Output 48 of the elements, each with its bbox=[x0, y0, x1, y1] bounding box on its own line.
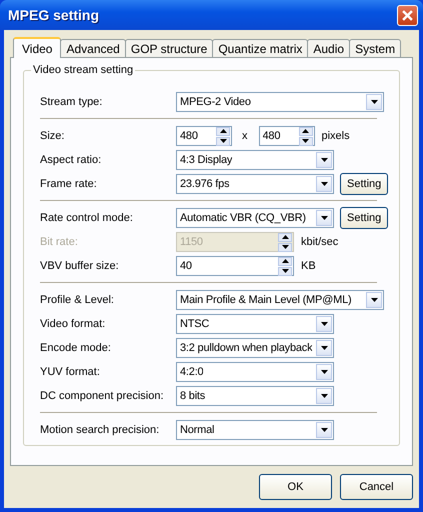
setting-button[interactable]: Setting bbox=[340, 173, 388, 195]
window-title: MPEG setting bbox=[8, 7, 100, 23]
tab[interactable]: Video bbox=[13, 37, 62, 58]
field-label: Rate control mode: bbox=[40, 212, 134, 224]
field-label: DC component precision: bbox=[40, 390, 165, 402]
dropdown[interactable]: Automatic VBR (CQ_VBR) bbox=[176, 208, 334, 228]
dropdown[interactable]: 23.976 fps bbox=[176, 174, 334, 194]
spin-arrows-icon bbox=[278, 232, 292, 252]
group-title: Video stream setting bbox=[31, 63, 136, 78]
spin-field[interactable]: 480 bbox=[176, 126, 232, 146]
field-label: Motion search precision: bbox=[40, 424, 160, 436]
field-label: VBV buffer size: bbox=[40, 260, 120, 272]
dialog-button[interactable]: Cancel bbox=[340, 474, 413, 500]
unit-label: KB bbox=[301, 260, 316, 272]
dropdown[interactable]: 3:2 pulldown when playback bbox=[176, 338, 334, 358]
field-label: YUV format: bbox=[40, 366, 101, 378]
setting-button[interactable]: Setting bbox=[340, 207, 388, 229]
tab[interactable]: Audio bbox=[307, 39, 350, 57]
separator-label: x bbox=[241, 130, 248, 142]
spin-arrows-icon bbox=[298, 126, 312, 146]
unit-label: kbit/sec bbox=[301, 236, 338, 248]
tab[interactable]: Advanced bbox=[60, 39, 126, 57]
spin-field[interactable]: 40 bbox=[176, 256, 294, 276]
tab[interactable]: GOP structure bbox=[124, 39, 214, 57]
dropdown[interactable]: Normal bbox=[176, 420, 334, 440]
field-label: Video format: bbox=[40, 318, 106, 330]
dropdown[interactable]: MPEG-2 Video bbox=[176, 92, 384, 112]
dropdown[interactable]: 8 bits bbox=[176, 386, 334, 406]
field-label: Bit rate: bbox=[40, 236, 79, 248]
tab[interactable]: System bbox=[349, 39, 402, 57]
close-button[interactable] bbox=[397, 4, 418, 26]
close-icon bbox=[402, 10, 413, 20]
spin-arrows-icon bbox=[216, 126, 230, 146]
field-label: Aspect ratio: bbox=[40, 154, 102, 166]
field-label: Frame rate: bbox=[40, 178, 98, 190]
spin-field[interactable]: 480 bbox=[258, 126, 314, 146]
field-label: Profile & Level: bbox=[40, 294, 115, 306]
spin-arrows-icon bbox=[278, 256, 292, 276]
unit-label: pixels bbox=[322, 130, 350, 142]
field-label: Size: bbox=[40, 130, 66, 142]
tab[interactable]: Quantize matrix bbox=[212, 39, 308, 57]
dropdown[interactable]: 4:3 Display bbox=[176, 150, 334, 170]
dialog-button[interactable]: OK bbox=[259, 474, 332, 500]
dropdown[interactable]: Main Profile & Main Level (MP@ML) bbox=[176, 290, 384, 310]
field-label: Stream type: bbox=[40, 96, 104, 108]
field-label: Encode mode: bbox=[40, 342, 112, 354]
dropdown[interactable]: NTSC bbox=[176, 314, 334, 334]
dropdown[interactable]: 4:2:0 bbox=[176, 362, 334, 382]
